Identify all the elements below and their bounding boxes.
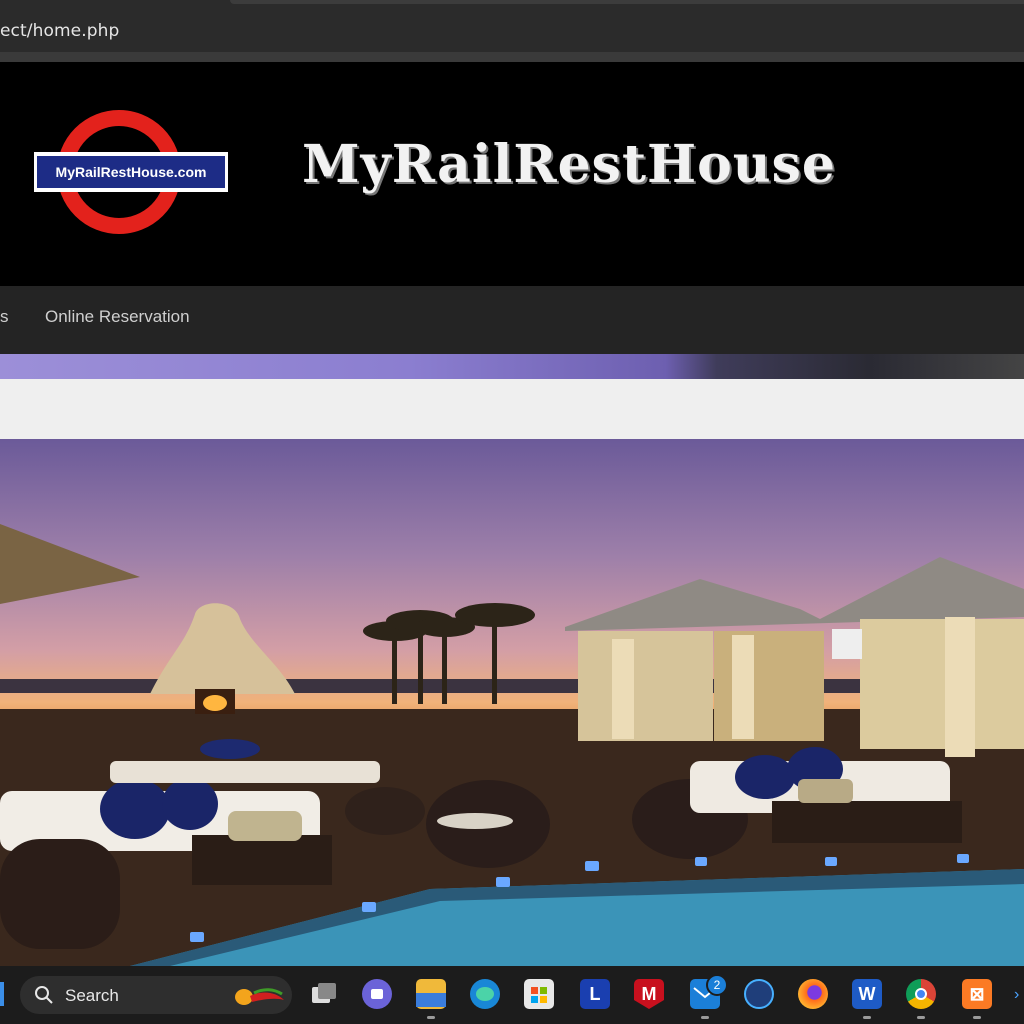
left-awning [0,524,140,604]
cabanas [565,557,1024,757]
file-explorer-icon[interactable] [416,979,446,1009]
mcafee-icon[interactable]: M [634,979,664,1009]
hero-illustration [0,524,1024,966]
windows-taskbar: Search L M 2 W ⊠ › [0,966,1024,1024]
firefox-icon[interactable] [798,979,828,1009]
banner-strip [0,354,1024,379]
l-app-icon[interactable]: L [580,979,610,1009]
wicker-ottoman [345,787,425,835]
fire [203,695,227,711]
browser-tab-edge [230,0,1024,4]
content-spacer [0,379,1024,439]
chrome-running-indicator [917,1016,925,1019]
word-icon[interactable]: W [852,979,882,1009]
main-nav: s Online Reservation [0,286,1024,354]
url-text[interactable]: ect/home.php [0,21,119,41]
search-label: Search [65,986,119,1005]
rock-fireplace [150,603,295,694]
address-bar[interactable]: ect/home.php [0,12,1024,52]
chrome-separator [0,52,1024,62]
nav-item-partial[interactable]: s [0,307,9,327]
file-explorer-running-indicator [427,1016,435,1019]
mail-badge: 2 [706,974,728,996]
mail-running-indicator [701,1016,709,1019]
xampp-icon[interactable]: ⊠ [962,979,992,1009]
nav-item-online-reservation[interactable]: Online Reservation [45,307,190,327]
chili-peppers-icon [235,988,284,1005]
browser-tab-strip [0,0,1024,12]
task-view-icon[interactable] [308,979,338,1009]
start-button-edge[interactable] [0,982,4,1006]
chrome-icon[interactable] [906,979,936,1009]
edge-icon[interactable] [470,979,500,1009]
site-title: MyRailRestHouse [302,134,836,195]
meet-icon[interactable] [362,979,392,1009]
logo-text: MyRailRestHouse.com [37,156,225,188]
hero-image [0,439,1024,966]
taskbar-search[interactable]: Search [20,976,292,1014]
chair-cushion [437,813,513,829]
xampp-running-indicator [973,1016,981,1019]
store-icon[interactable] [524,979,554,1009]
search-icon [35,986,53,1004]
site-logo[interactable]: MyRailRestHouse.com [34,152,228,192]
word-running-indicator [863,1016,871,1019]
browser-app-icon[interactable] [744,979,774,1009]
overflow-chevron-icon[interactable]: › [1014,986,1019,1004]
